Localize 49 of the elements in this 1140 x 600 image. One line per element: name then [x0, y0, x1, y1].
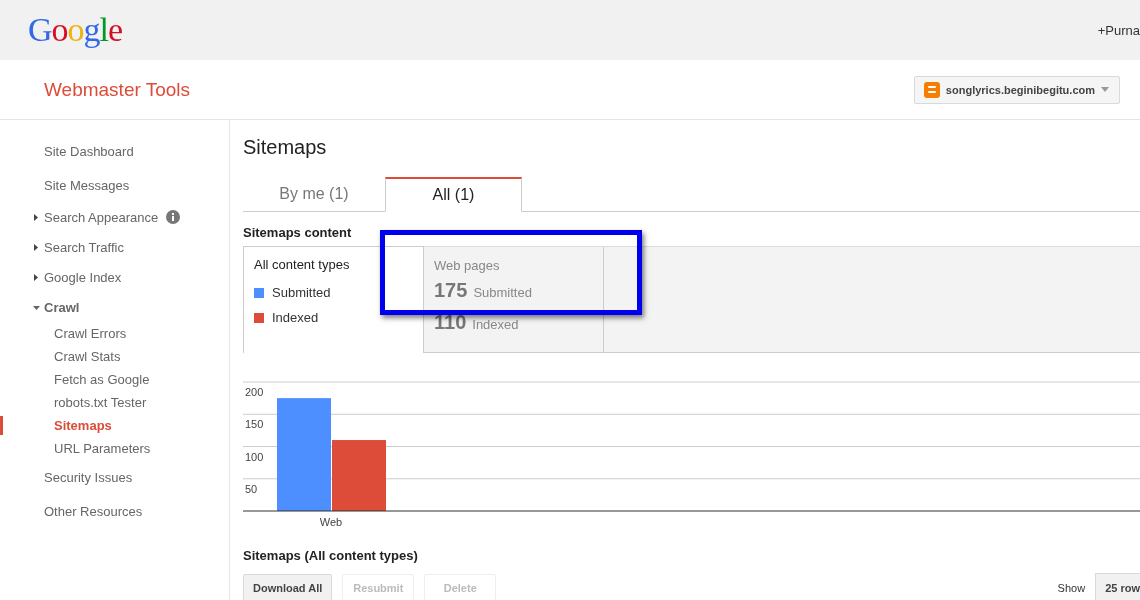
tab[interactable]: All (1)	[385, 177, 522, 212]
sidebar-item[interactable]: Google Index	[44, 269, 122, 285]
stat-label: Indexed	[472, 317, 519, 332]
account-link[interactable]: +Purna	[1097, 22, 1140, 38]
section-heading: Sitemaps (All content types)	[243, 548, 419, 563]
sidebar-subitem[interactable]: robots.txt Tester	[54, 395, 147, 410]
sidebar-item[interactable]: Security Issues	[44, 469, 133, 485]
show-label: Show	[1057, 581, 1086, 594]
stats-title: Web pages	[434, 258, 501, 273]
sidebar-item[interactable]: Site Dashboard	[44, 143, 134, 159]
sidebar-item[interactable]: Search Traffic	[44, 239, 124, 255]
sidebar-subitem[interactable]: Crawl Errors	[54, 326, 127, 341]
stat-number: 110	[434, 311, 467, 334]
google-logo[interactable]: Google	[28, 11, 123, 49]
legend-title: All content types	[254, 257, 351, 272]
sidebar-subitem[interactable]: Sitemaps	[54, 418, 112, 433]
legend-swatch	[254, 287, 264, 298]
sidebar-subitem[interactable]: Fetch as Google	[54, 372, 150, 387]
caret-down-icon[interactable]	[33, 303, 40, 311]
y-tick-label: 100	[245, 450, 264, 463]
selection-marker	[0, 416, 3, 435]
sidebar-item[interactable]: Crawl	[44, 299, 80, 315]
sidebar-item[interactable]: Search Appearance	[44, 209, 159, 225]
legend-swatch	[254, 312, 264, 323]
stat-label: Submitted	[473, 285, 532, 300]
action-button[interactable]: Download All	[243, 574, 333, 600]
product-title: Webmaster Tools	[44, 78, 191, 101]
y-tick-label: 200	[245, 386, 264, 398]
info-icon[interactable]	[166, 210, 181, 224]
legend-label: Submitted	[272, 285, 331, 300]
sidebar-item[interactable]: Other Resources	[44, 503, 143, 519]
page-title: Sitemaps	[243, 136, 328, 159]
sidebar-item[interactable]: Site Messages	[44, 177, 130, 193]
stat-number: 175	[434, 279, 468, 302]
legend-panel[interactable]: All content types Submitted Indexed	[243, 246, 424, 353]
legend-label: Indexed	[272, 310, 319, 325]
y-tick-label: 150	[245, 418, 264, 431]
x-category-label: Web	[319, 516, 343, 528]
caret-right-icon[interactable]	[33, 273, 40, 281]
caret-icon	[1101, 87, 1109, 92]
y-tick-label: 50	[245, 482, 258, 495]
sidebar-subitem[interactable]: URL Parameters	[54, 441, 151, 456]
caret-right-icon[interactable]	[33, 213, 40, 221]
blog-icon	[923, 81, 940, 98]
caret-right-icon[interactable]	[33, 243, 40, 251]
section-heading: Sitemaps content	[243, 225, 353, 240]
rows-select[interactable]: 25 row	[1095, 573, 1140, 600]
sidebar-subitem[interactable]: Crawl Stats	[54, 349, 121, 364]
site-selector[interactable]: songlyrics.beginibegitu.com	[913, 75, 1120, 104]
